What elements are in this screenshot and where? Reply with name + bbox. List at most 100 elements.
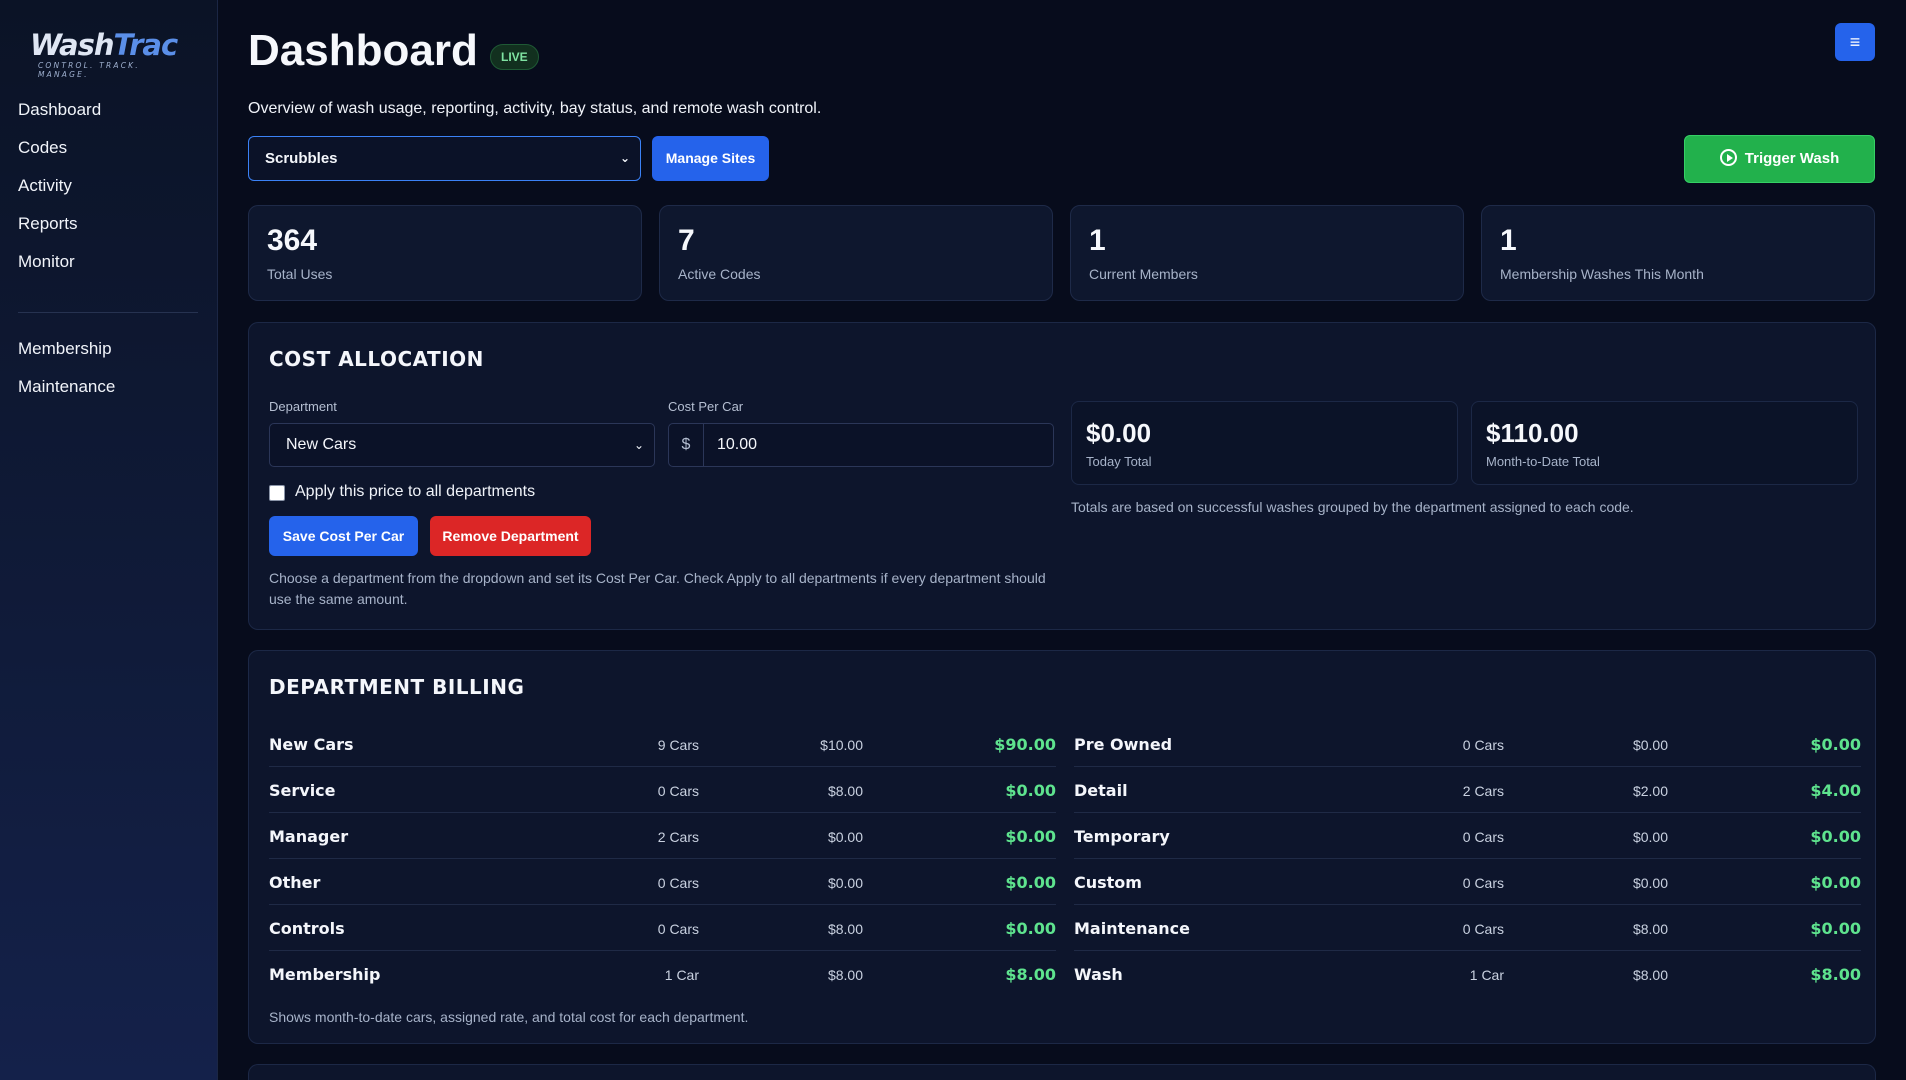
cost-allocation-help: Choose a department from the dropdown an… bbox=[269, 570, 1046, 607]
billing-rate: $10.00 bbox=[820, 737, 863, 753]
billing-row: Detail 2 Cars $2.00 $4.00 bbox=[1074, 767, 1861, 813]
billing-rate: $0.00 bbox=[1632, 737, 1668, 753]
today-total-label: Today Total bbox=[1086, 454, 1152, 469]
billing-row: Wash 1 Car $8.00 $8.00 bbox=[1074, 951, 1861, 997]
stat-card-total-uses: 364 Total Uses bbox=[248, 205, 642, 301]
billing-row: Custom 0 Cars $0.00 $0.00 bbox=[1074, 859, 1861, 905]
trigger-wash-label: Trigger Wash bbox=[1744, 150, 1840, 167]
logo-tagline: CONTROL. TRACK. MANAGE. bbox=[38, 61, 140, 79]
billing-cars: 0 Cars bbox=[657, 921, 699, 937]
stat-label: Active Codes bbox=[678, 266, 761, 282]
sidebar-divider bbox=[18, 312, 198, 313]
billing-rate: $8.00 bbox=[827, 967, 863, 983]
today-total-card: $0.00 Today Total bbox=[1071, 401, 1458, 485]
logo-wash: Wash bbox=[30, 28, 114, 62]
manage-sites-button[interactable]: Manage Sites bbox=[652, 136, 769, 181]
billing-row: Maintenance 0 Cars $8.00 $0.00 bbox=[1074, 905, 1861, 951]
trigger-wash-button[interactable]: Trigger Wash bbox=[1684, 135, 1875, 183]
billing-cars: 2 Cars bbox=[1462, 783, 1504, 799]
billing-note: Shows month-to-date cars, assigned rate,… bbox=[269, 1009, 749, 1025]
billing-rate: $8.00 bbox=[827, 921, 863, 937]
billing-row: Manager 2 Cars $0.00 $0.00 bbox=[269, 813, 1056, 859]
billing-total: $0.00 bbox=[1005, 781, 1056, 800]
billing-rate: $8.00 bbox=[1632, 967, 1668, 983]
remove-department-button[interactable]: Remove Department bbox=[430, 516, 591, 556]
department-label: Department bbox=[269, 399, 337, 414]
washtrac-logo[interactable]: WashTrac CONTROL. TRACK. MANAGE. bbox=[30, 28, 188, 79]
billing-cars: 0 Cars bbox=[1462, 921, 1504, 937]
mtd-total-card: $110.00 Month-to-Date Total bbox=[1471, 401, 1858, 485]
billing-dept-name: New Cars bbox=[269, 735, 354, 754]
billing-column-right: Pre Owned 0 Cars $0.00 $0.00 Detail 2 Ca… bbox=[1074, 721, 1861, 997]
billing-dept-name: Temporary bbox=[1074, 827, 1170, 846]
billing-dept-name: Maintenance bbox=[1074, 919, 1191, 938]
billing-rate: $0.00 bbox=[827, 875, 863, 891]
next-panel-edge bbox=[248, 1064, 1876, 1080]
menu-button[interactable]: ≡ bbox=[1835, 23, 1875, 61]
sidebar-item-membership[interactable]: Membership bbox=[0, 337, 218, 375]
stat-value: 364 bbox=[267, 224, 318, 257]
site-select[interactable]: Scrubbles ⌄ bbox=[248, 136, 641, 181]
totals-note: Totals are based on successful washes gr… bbox=[1071, 499, 1634, 515]
department-select[interactable]: New Cars ⌄ bbox=[269, 423, 655, 467]
billing-total: $0.00 bbox=[1810, 735, 1861, 754]
apply-all-label[interactable]: Apply this price to all departments bbox=[295, 483, 535, 501]
billing-cars: 0 Cars bbox=[1462, 875, 1504, 891]
chevron-down-icon: ⌄ bbox=[619, 151, 630, 165]
page-title: Dashboard bbox=[248, 26, 478, 75]
sidebar-item-activity[interactable]: Activity bbox=[0, 174, 218, 212]
billing-dept-name: Custom bbox=[1074, 873, 1142, 892]
sidebar-item-dashboard[interactable]: Dashboard bbox=[0, 98, 218, 136]
billing-total: $0.00 bbox=[1810, 919, 1861, 938]
billing-total: $0.00 bbox=[1005, 827, 1056, 846]
billing-dept-name: Controls bbox=[269, 919, 345, 938]
billing-dept-name: Service bbox=[269, 781, 336, 800]
stat-value: 1 bbox=[1089, 224, 1106, 257]
billing-total: $0.00 bbox=[1005, 873, 1056, 892]
billing-row: Temporary 0 Cars $0.00 $0.00 bbox=[1074, 813, 1861, 859]
mtd-total-value: $110.00 bbox=[1486, 418, 1579, 448]
billing-row: Service 0 Cars $8.00 $0.00 bbox=[269, 767, 1056, 813]
billing-cars: 0 Cars bbox=[1462, 737, 1504, 753]
cost-per-car-value: 10.00 bbox=[717, 436, 758, 453]
sidebar-item-monitor[interactable]: Monitor bbox=[0, 250, 218, 288]
billing-dept-name: Wash bbox=[1074, 965, 1123, 984]
chevron-down-icon: ⌄ bbox=[633, 438, 644, 452]
billing-row: New Cars 9 Cars $10.00 $90.00 bbox=[269, 721, 1056, 767]
stat-label: Total Uses bbox=[267, 266, 333, 282]
menu-icon: ≡ bbox=[1849, 32, 1861, 52]
billing-dept-name: Manager bbox=[269, 827, 349, 846]
billing-rate: $0.00 bbox=[827, 829, 863, 845]
sidebar-item-codes[interactable]: Codes bbox=[0, 136, 218, 174]
play-circle-icon bbox=[1719, 149, 1737, 166]
billing-cars: 0 Cars bbox=[1462, 829, 1504, 845]
billing-rate: $2.00 bbox=[1632, 783, 1668, 799]
stat-card-current-members: 1 Current Members bbox=[1070, 205, 1464, 301]
billing-dept-name: Membership bbox=[269, 965, 381, 984]
stat-label: Current Members bbox=[1089, 266, 1198, 282]
dollar-prefix: $ bbox=[669, 424, 704, 466]
page-subtitle: Overview of wash usage, reporting, activ… bbox=[248, 100, 822, 117]
sidebar-item-reports[interactable]: Reports bbox=[0, 212, 218, 250]
billing-cars: 1 Car bbox=[664, 967, 699, 983]
billing-cars: 0 Cars bbox=[657, 875, 699, 891]
billing-total: $8.00 bbox=[1810, 965, 1861, 984]
billing-row: Membership 1 Car $8.00 $8.00 bbox=[269, 951, 1056, 997]
stat-card-membership-washes: 1 Membership Washes This Month bbox=[1481, 205, 1875, 301]
billing-cars: 0 Cars bbox=[657, 783, 699, 799]
today-total-value: $0.00 bbox=[1086, 418, 1152, 448]
billing-row: Pre Owned 0 Cars $0.00 $0.00 bbox=[1074, 721, 1861, 767]
billing-dept-name: Detail bbox=[1074, 781, 1128, 800]
billing-total: $0.00 bbox=[1810, 873, 1861, 892]
cost-allocation-title: COST ALLOCATION bbox=[269, 347, 484, 371]
department-billing-title: DEPARTMENT BILLING bbox=[269, 675, 525, 699]
sidebar-item-maintenance[interactable]: Maintenance bbox=[0, 375, 218, 413]
billing-total: $0.00 bbox=[1005, 919, 1056, 938]
billing-cars: 9 Cars bbox=[657, 737, 699, 753]
billing-rate: $8.00 bbox=[827, 783, 863, 799]
sidebar: WashTrac CONTROL. TRACK. MANAGE. Dashboa… bbox=[0, 0, 218, 1080]
save-cost-button[interactable]: Save Cost Per Car bbox=[269, 516, 418, 556]
cost-per-car-input[interactable]: $ 10.00 bbox=[668, 423, 1054, 467]
billing-total: $4.00 bbox=[1810, 781, 1861, 800]
apply-all-checkbox[interactable] bbox=[269, 485, 285, 501]
